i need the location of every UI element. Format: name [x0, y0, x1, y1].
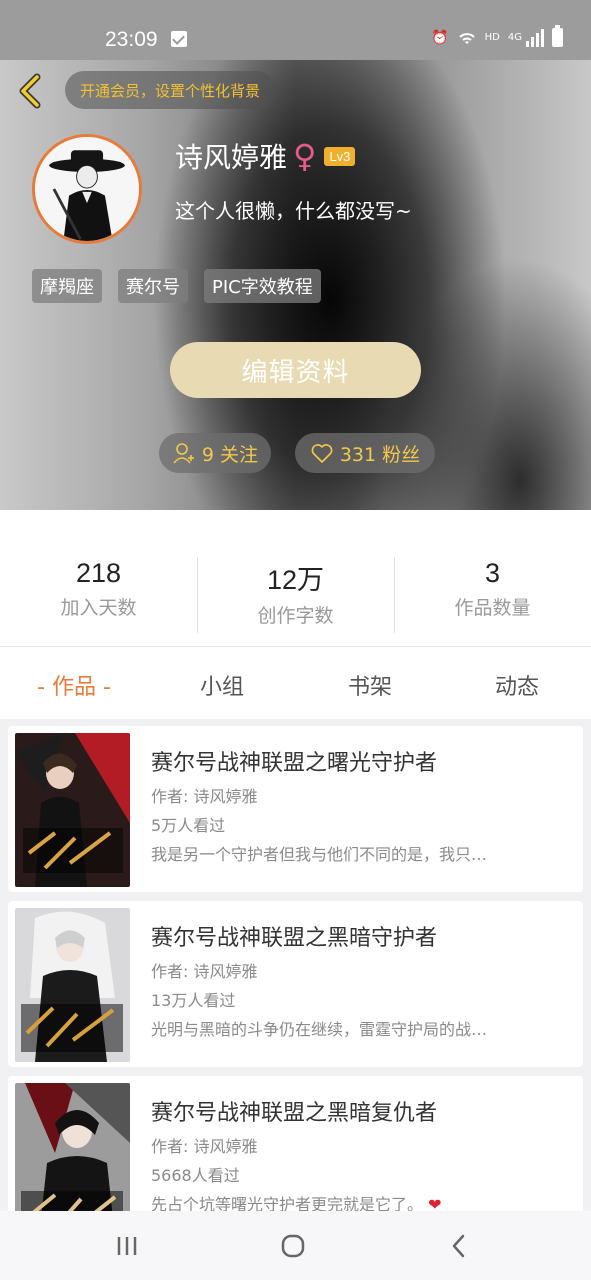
work-description: 我是另一个守护者但我与他们不同的是，我只… — [151, 845, 488, 864]
tab-activity[interactable]: 动态 — [443, 669, 591, 701]
avatar[interactable] — [32, 134, 142, 244]
status-icons: ⏰ HD 4G — [431, 25, 563, 47]
vip-background-prompt[interactable]: 开通会员，设置个性化背景 — [65, 71, 276, 109]
stat-days: 218 加入天数 — [0, 558, 197, 620]
bio: 这个人很懒，什么都没写~ — [175, 199, 412, 223]
tag[interactable]: 赛尔号 — [118, 269, 188, 303]
tag[interactable]: 摩羯座 — [32, 269, 102, 303]
username-row: 诗风婷雅 ♀ Lv3 — [175, 136, 356, 176]
work-description: 先占个坑等曙光守护者更完就是它了。 ❤ — [151, 1191, 571, 1211]
recent-apps-button[interactable] — [97, 1229, 157, 1263]
stat-label: 作品数量 — [454, 597, 531, 619]
work-views: 5668人看过 — [151, 1166, 240, 1185]
work-author: 作者: 诗风婷雅 — [151, 787, 258, 806]
stat-works: 3 作品数量 — [394, 558, 591, 620]
signal-icon — [526, 28, 544, 47]
stats-panel: 218 加入天数 12万 创作字数 3 作品数量 — [0, 510, 591, 650]
person-add-icon — [173, 443, 194, 464]
system-nav-bar — [0, 1211, 591, 1280]
work-views: 13万人看过 — [151, 991, 236, 1010]
followers-button[interactable]: 331 粉丝 — [295, 433, 435, 473]
stat-value: 12万 — [266, 565, 325, 595]
work-card[interactable]: 赛尔号战神联盟之曙光守护者 作者: 诗风婷雅 5万人看过 我是另一个守护者但我与… — [8, 726, 583, 892]
back-button[interactable] — [10, 68, 50, 114]
hd-label: HD — [484, 32, 500, 43]
username: 诗风婷雅 — [175, 141, 288, 174]
stat-label: 加入天数 — [60, 597, 137, 619]
work-title: 赛尔号战神联盟之黑暗复仇者 — [151, 1101, 438, 1126]
heart-outline-icon — [311, 444, 333, 463]
following-count: 9 关注 — [201, 443, 259, 466]
tab-bookshelf[interactable]: 书架 — [296, 669, 444, 701]
heart-emoji: ❤ — [428, 1195, 442, 1211]
followers-count: 331 粉丝 — [339, 443, 421, 466]
battery-icon — [552, 25, 563, 47]
home-icon — [281, 1234, 305, 1258]
wifi-icon — [458, 32, 475, 44]
home-button[interactable] — [263, 1229, 323, 1263]
work-title: 赛尔号战神联盟之曙光守护者 — [151, 751, 438, 776]
work-views: 5万人看过 — [151, 816, 226, 835]
work-card[interactable]: 赛尔号战神联盟之黑暗复仇者 作者: 诗风婷雅 5668人看过 先占个坑等曙光守护… — [8, 1076, 583, 1211]
profile-header: 23:09 ⏰ HD 4G 开通会员，设置个性化背景 诗风婷雅 ♀ Lv3 这个… — [0, 0, 591, 510]
stat-value: 218 — [75, 558, 122, 588]
book-cover — [15, 1083, 130, 1211]
works-list: 赛尔号战神联盟之曙光守护者 作者: 诗风婷雅 5万人看过 我是另一个守护者但我与… — [0, 719, 591, 1211]
book-cover — [15, 908, 130, 1062]
stat-words: 12万 创作字数 — [197, 558, 394, 628]
tab-works[interactable]: - 作品 - — [0, 669, 148, 701]
tag-list: 摩羯座 赛尔号 PIC字效教程 — [32, 269, 321, 303]
level-badge: Lv3 — [324, 146, 356, 166]
network-gen-label: 4G — [507, 32, 522, 43]
female-icon: ♀ — [293, 137, 317, 175]
back-icon — [452, 1234, 465, 1258]
status-time: 23:09 — [105, 28, 158, 51]
work-description-text: 先占个坑等曙光守护者更完就是它了。 — [151, 1195, 424, 1211]
edit-profile-button[interactable]: 编辑资料 — [170, 342, 421, 398]
work-title: 赛尔号战神联盟之黑暗守护者 — [151, 926, 438, 951]
alarm-icon: ⏰ — [431, 29, 449, 46]
book-cover — [15, 733, 130, 887]
following-button[interactable]: 9 关注 — [159, 433, 271, 473]
work-author: 作者: 诗风婷雅 — [151, 1137, 258, 1156]
stat-value: 3 — [484, 558, 501, 588]
nav-back-button[interactable] — [429, 1229, 489, 1263]
status-bar: 23:09 ⏰ HD 4G — [0, 0, 591, 60]
tab-bar: - 作品 - 小组 书架 动态 — [0, 647, 591, 719]
notification-check-icon — [171, 31, 187, 47]
stat-label: 创作字数 — [257, 605, 334, 627]
recent-apps-icon — [117, 1237, 137, 1255]
work-card[interactable]: 赛尔号战神联盟之黑暗守护者 作者: 诗风婷雅 13万人看过 光明与黑暗的斗争仍在… — [8, 901, 583, 1067]
work-description: 光明与黑暗的斗争仍在继续，雷霆守护局的战… — [151, 1020, 488, 1039]
tag[interactable]: PIC字效教程 — [204, 269, 321, 303]
work-author: 作者: 诗风婷雅 — [151, 962, 258, 981]
chevron-left-icon — [19, 73, 41, 109]
tab-groups[interactable]: 小组 — [148, 669, 296, 701]
